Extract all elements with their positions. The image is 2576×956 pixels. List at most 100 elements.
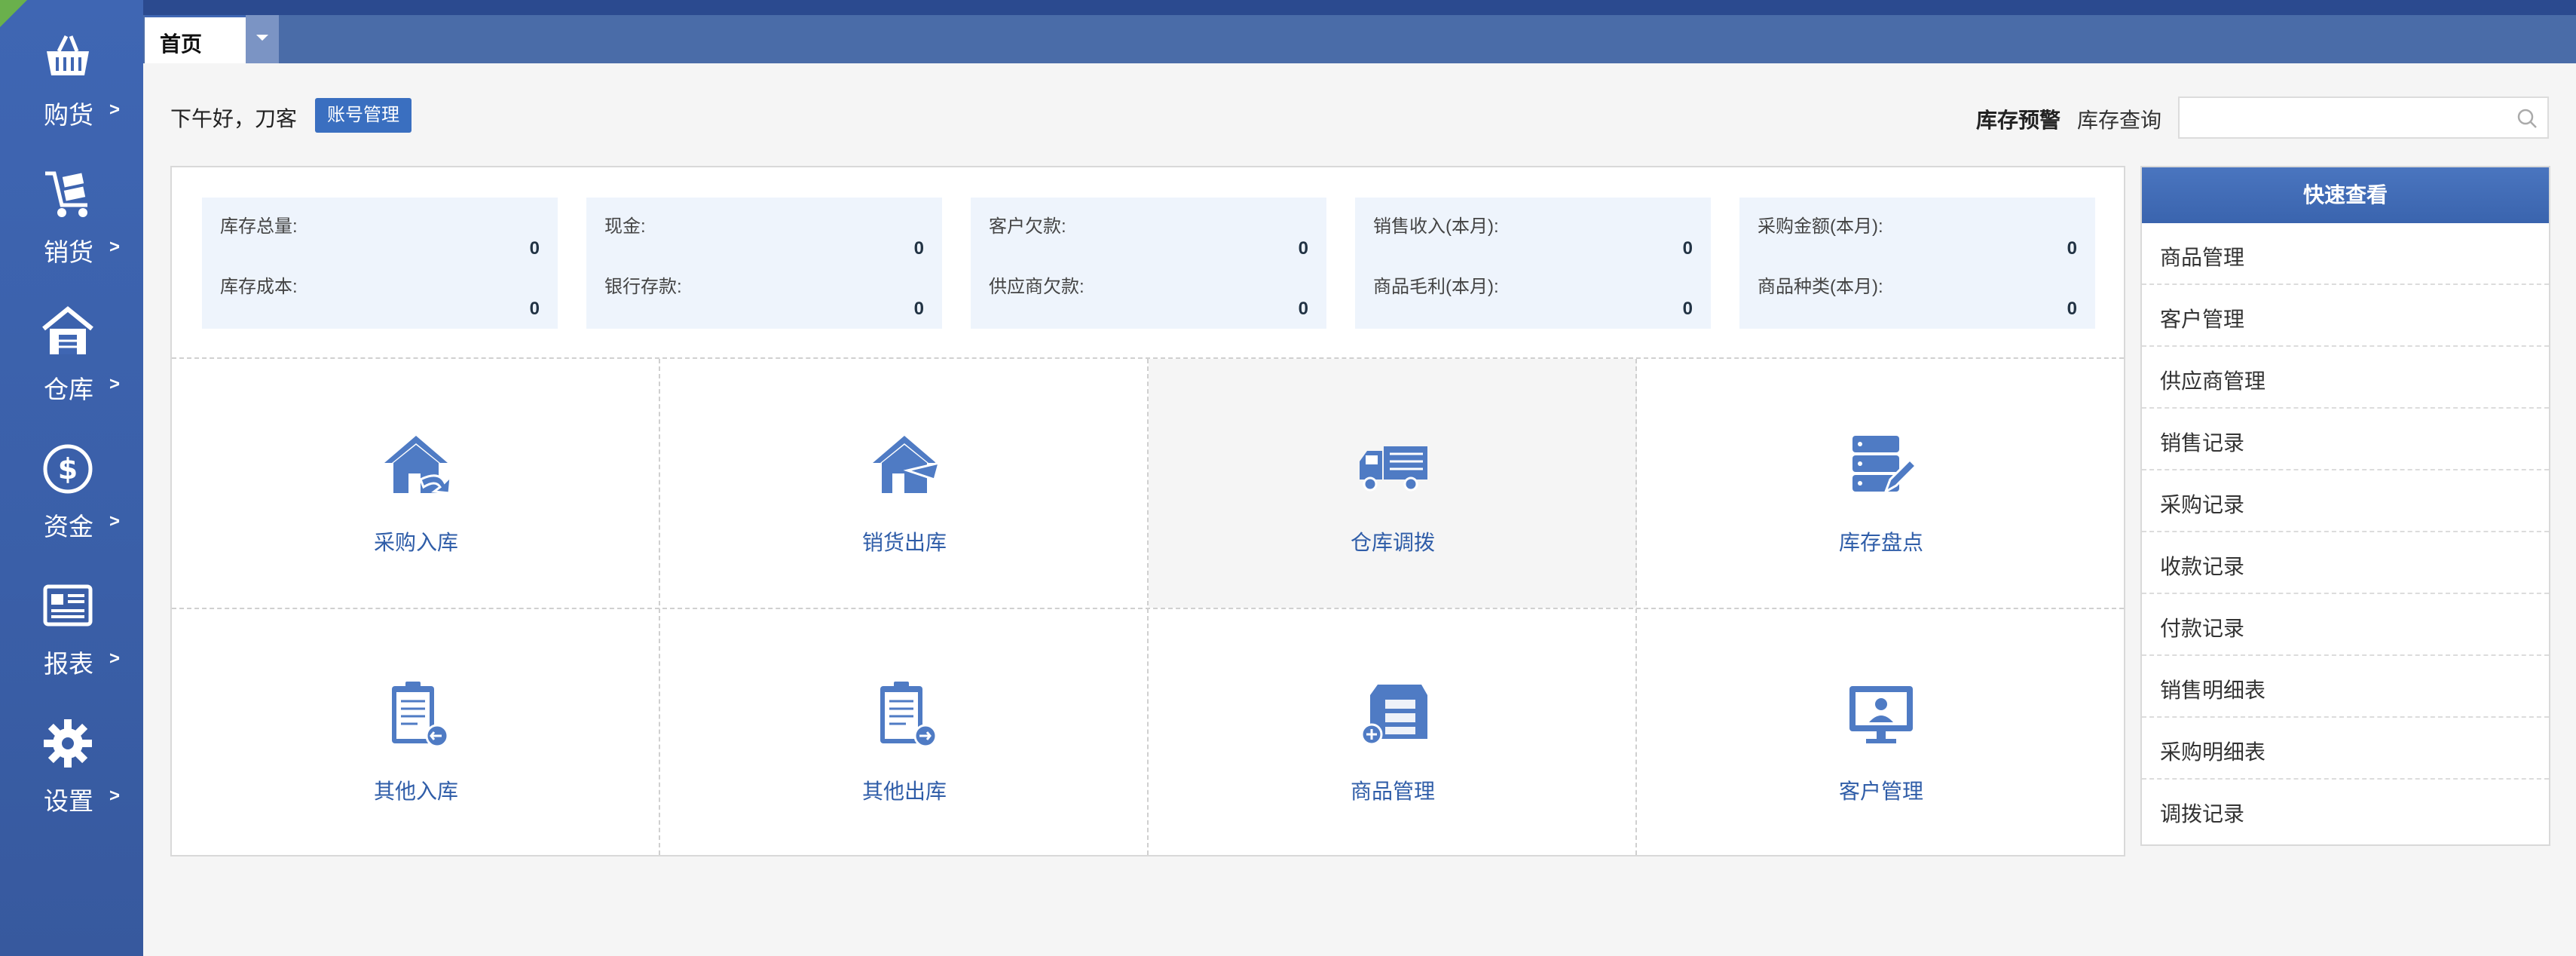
sidebar-item-label: 设置 bbox=[44, 787, 93, 815]
stat-card-sales: 销售收入(本月): 0 商品毛利(本月): 0 bbox=[1355, 198, 1711, 329]
quick-item-label: 采购明细表 bbox=[2160, 740, 2266, 764]
quick-item-payment-records[interactable]: 付款记录 bbox=[2142, 594, 2549, 656]
main-panel: 库存总量: 0 库存成本: 0 现金: 0 银行存款: 0 客户欠款: 0 供应… bbox=[170, 166, 2125, 856]
chevron-right-icon: > bbox=[109, 100, 121, 120]
quick-item-sales-detail[interactable]: 销售明细表 bbox=[2142, 656, 2549, 718]
quick-view-panel: 快速查看 商品管理 客户管理 供应商管理 销售记录 采购记录 收款记录 付款记录… bbox=[2140, 166, 2550, 846]
stat-value: 0 bbox=[1298, 299, 1308, 319]
report-icon bbox=[39, 578, 96, 635]
quick-item-label: 调拨记录 bbox=[2160, 802, 2245, 826]
grid-divider bbox=[172, 608, 2124, 609]
sidebar-item-reports[interactable]: 报表 > bbox=[0, 549, 143, 686]
shortcut-other-inbound[interactable]: 其他入库 bbox=[172, 608, 660, 856]
grid-divider bbox=[659, 359, 660, 855]
account-management-button[interactable]: 账号管理 bbox=[315, 98, 411, 133]
stat-card-debts: 客户欠款: 0 供应商欠款: 0 bbox=[971, 198, 1326, 329]
stock-query-label: 库存查询 bbox=[2077, 109, 2162, 132]
quick-item-label: 商品管理 bbox=[2160, 246, 2245, 269]
stat-card-cash: 现金: 0 银行存款: 0 bbox=[586, 198, 942, 329]
stat-label: 库存总量: bbox=[220, 216, 298, 237]
shortcut-label: 商品管理 bbox=[1350, 780, 1435, 803]
house-inbound-icon bbox=[378, 427, 454, 502]
clipboard-in-icon bbox=[378, 676, 454, 751]
tab-dropdown-button[interactable] bbox=[246, 15, 279, 63]
stat-value: 0 bbox=[1298, 238, 1308, 259]
quick-item-sales-records[interactable]: 销售记录 bbox=[2142, 409, 2549, 470]
quick-item-label: 销售明细表 bbox=[2160, 679, 2266, 702]
shortcut-label: 仓库调拨 bbox=[1350, 531, 1435, 554]
shortcut-label: 销货出库 bbox=[861, 531, 947, 554]
clipboard-out-icon bbox=[867, 676, 942, 751]
server-edit-icon bbox=[1843, 427, 1919, 502]
chevron-right-icon: > bbox=[109, 786, 121, 806]
quick-item-label: 供应商管理 bbox=[2160, 369, 2266, 393]
stat-value: 0 bbox=[913, 299, 924, 319]
chevron-right-icon: > bbox=[109, 374, 121, 394]
chevron-right-icon: > bbox=[109, 237, 121, 257]
stat-value: 0 bbox=[529, 238, 540, 259]
sidebar-item-label: 仓库 bbox=[44, 375, 93, 403]
stat-value: 0 bbox=[2067, 299, 2077, 319]
shortcut-stock-count[interactable]: 库存盘点 bbox=[1637, 359, 2125, 608]
stat-card-purchases: 采购金额(本月): 0 商品种类(本月): 0 bbox=[1739, 198, 2095, 329]
quick-item-suppliers[interactable]: 供应商管理 bbox=[2142, 347, 2549, 409]
truck-icon bbox=[1355, 427, 1430, 502]
house-outbound-icon bbox=[867, 427, 942, 502]
sidebar-item-funds[interactable]: $ 资金 > bbox=[0, 412, 143, 549]
gear-icon bbox=[39, 715, 96, 772]
quick-item-products[interactable]: 商品管理 bbox=[2142, 223, 2549, 285]
quick-item-customers[interactable]: 客户管理 bbox=[2142, 285, 2549, 347]
tab-home[interactable]: 首页 bbox=[145, 15, 246, 63]
shortcut-customer-management[interactable]: 客户管理 bbox=[1637, 608, 2125, 856]
stat-card-inventory: 库存总量: 0 库存成本: 0 bbox=[202, 198, 558, 329]
shortcut-label: 其他出库 bbox=[861, 780, 947, 803]
stat-label: 客户欠款: bbox=[989, 216, 1066, 237]
shortcut-label: 客户管理 bbox=[1838, 780, 1923, 803]
quick-item-label: 付款记录 bbox=[2160, 617, 2245, 640]
shortcut-warehouse-transfer[interactable]: 仓库调拨 bbox=[1149, 359, 1637, 608]
quick-item-transfer-records[interactable]: 调拨记录 bbox=[2142, 780, 2549, 844]
tab-bar: 首页 bbox=[143, 15, 2576, 63]
sidebar-item-settings[interactable]: 设置 > bbox=[0, 686, 143, 823]
greeting-text: 下午好，刀客 bbox=[170, 107, 298, 130]
sidebar-item-sales[interactable]: 销货 > bbox=[0, 137, 143, 274]
svg-text:$: $ bbox=[58, 452, 78, 486]
cabinet-add-icon bbox=[1355, 676, 1430, 751]
sidebar-item-label: 资金 bbox=[44, 513, 93, 541]
shortcut-product-management[interactable]: 商品管理 bbox=[1149, 608, 1637, 856]
quick-item-receipt-records[interactable]: 收款记录 bbox=[2142, 532, 2549, 594]
warehouse-icon bbox=[39, 303, 96, 360]
shortcut-other-outbound[interactable]: 其他出库 bbox=[660, 608, 1149, 856]
chevron-right-icon: > bbox=[109, 511, 121, 532]
corner-badge bbox=[0, 0, 27, 27]
shortcut-label: 库存盘点 bbox=[1838, 531, 1923, 554]
chevron-right-icon: > bbox=[109, 648, 121, 669]
top-strip bbox=[0, 0, 2576, 15]
shortcut-label: 其他入库 bbox=[373, 780, 458, 803]
quick-item-purchase-records[interactable]: 采购记录 bbox=[2142, 470, 2549, 532]
shortcut-sales-outbound[interactable]: 销货出库 bbox=[660, 359, 1149, 608]
dollar-icon: $ bbox=[39, 440, 96, 498]
grid-divider bbox=[1635, 359, 1637, 855]
quick-item-label: 采购记录 bbox=[2160, 493, 2245, 516]
quick-view-title: 快速查看 bbox=[2142, 167, 2549, 223]
search-icon[interactable] bbox=[2516, 107, 2538, 130]
handcart-icon bbox=[39, 166, 96, 223]
stat-label: 现金: bbox=[604, 216, 646, 237]
sidebar: 购货 > 销货 > 仓库 > $ 资金 > 报表 > 设置 > bbox=[0, 0, 143, 956]
stat-label: 采购金额(本月): bbox=[1758, 216, 1883, 237]
monitor-user-icon bbox=[1843, 676, 1919, 751]
stock-search-input[interactable] bbox=[2189, 98, 2493, 137]
shortcut-purchase-inbound[interactable]: 采购入库 bbox=[172, 359, 660, 608]
stat-value: 0 bbox=[913, 238, 924, 259]
grid-divider bbox=[1147, 359, 1149, 855]
stock-warning-link[interactable]: 库存预警 bbox=[1976, 104, 2060, 134]
quick-item-label: 收款记录 bbox=[2160, 555, 2245, 578]
stock-search-box bbox=[2178, 97, 2549, 139]
shortcut-label: 采购入库 bbox=[373, 531, 458, 554]
stat-label: 银行存款: bbox=[604, 277, 682, 297]
sidebar-item-warehouse[interactable]: 仓库 > bbox=[0, 274, 143, 412]
stat-label: 销售收入(本月): bbox=[1373, 216, 1499, 237]
quick-item-purchase-detail[interactable]: 采购明细表 bbox=[2142, 718, 2549, 780]
stat-value: 0 bbox=[1682, 299, 1693, 319]
